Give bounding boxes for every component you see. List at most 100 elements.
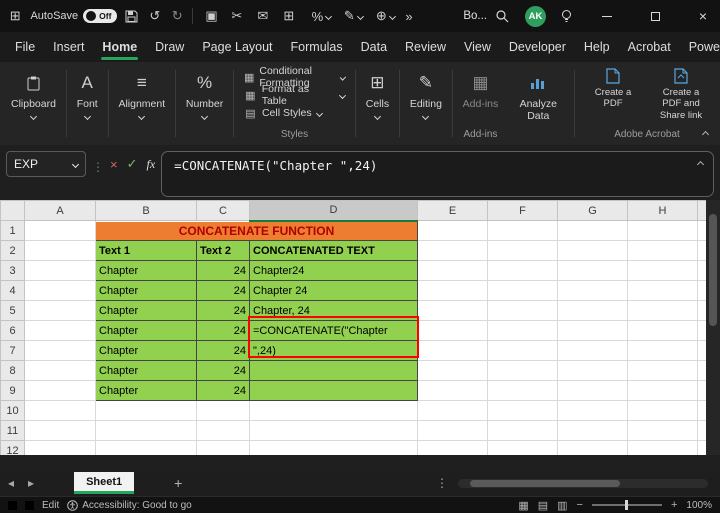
tab-home[interactable]: Home <box>93 34 146 60</box>
cell[interactable] <box>95 440 197 455</box>
cell[interactable] <box>196 440 250 455</box>
cell-24[interactable]: 24 <box>196 340 250 361</box>
table-icon[interactable]: ⊞ <box>283 8 299 24</box>
create-pdf-button[interactable]: Create a PDF <box>584 68 642 121</box>
tab-help[interactable]: Help <box>575 34 619 60</box>
cells-group-button[interactable]: ⊞ Cells <box>359 62 396 145</box>
cell[interactable] <box>24 240 96 261</box>
name-box[interactable]: EXP <box>6 151 86 177</box>
app-launcher-icon[interactable]: ⊞ <box>8 8 22 24</box>
row-header[interactable]: 11 <box>0 420 25 441</box>
cell[interactable] <box>24 340 96 361</box>
cell[interactable] <box>487 360 558 381</box>
cell[interactable] <box>697 420 706 441</box>
cell-result-1[interactable]: Chapter24 <box>249 260 418 281</box>
cell[interactable] <box>417 320 488 341</box>
cell[interactable] <box>417 300 488 321</box>
cut-icon[interactable]: ✂ <box>231 8 247 24</box>
row-header[interactable]: 4 <box>0 280 25 301</box>
cell[interactable] <box>557 280 628 301</box>
cell[interactable] <box>417 380 488 401</box>
cell[interactable] <box>697 440 706 455</box>
cell-empty-green[interactable] <box>249 380 418 401</box>
tab-developer[interactable]: Developer <box>500 34 575 60</box>
column-header-g[interactable]: G <box>557 200 628 221</box>
cell-formula-line1[interactable]: =CONCATENATE("Chapter <box>249 320 418 341</box>
search-icon[interactable] <box>495 9 511 23</box>
cell[interactable] <box>487 400 558 421</box>
cell[interactable] <box>417 420 488 441</box>
row-header[interactable]: 6 <box>0 320 25 341</box>
cell-concat-header[interactable]: CONCATENATED TEXT <box>249 240 418 261</box>
sheet-options-icon[interactable]: ⋮ <box>436 476 448 490</box>
tab-formulas[interactable]: Formulas <box>282 34 352 60</box>
add-ins-group[interactable]: ▦ Add-ins Add-ins <box>456 62 506 145</box>
cell[interactable] <box>557 420 628 441</box>
cell-chapter[interactable]: Chapter <box>95 260 197 281</box>
column-header-d[interactable]: D <box>249 200 418 222</box>
column-header-a[interactable]: A <box>24 200 96 221</box>
cell-24[interactable]: 24 <box>196 320 250 341</box>
tab-acrobat[interactable]: Acrobat <box>619 34 680 60</box>
cell[interactable] <box>557 260 628 281</box>
alignment-group-button[interactable]: ≡ Alignment <box>111 62 172 145</box>
qat-overflow-icon[interactable]: » <box>405 9 421 24</box>
zoom-slider-thumb[interactable] <box>624 500 628 510</box>
sheet-next-icon[interactable]: ▸ <box>28 476 34 490</box>
column-header-b[interactable]: B <box>95 200 197 221</box>
create-pdf-share-button[interactable]: Create a PDF and Share link <box>652 68 710 121</box>
cell[interactable] <box>557 360 628 381</box>
cell[interactable] <box>697 400 706 421</box>
cell-24[interactable]: 24 <box>196 300 250 321</box>
cell-empty-green[interactable] <box>249 360 418 381</box>
cell[interactable] <box>487 320 558 341</box>
cell[interactable] <box>487 420 558 441</box>
zoom-out-icon[interactable]: − <box>577 499 583 511</box>
enter-icon[interactable]: ✓ <box>127 156 138 172</box>
formula-input[interactable]: =CONCATENATE("Chapter ",24) <box>161 151 714 197</box>
cell[interactable] <box>697 220 706 241</box>
cell[interactable] <box>697 240 706 261</box>
column-header-h[interactable]: H <box>627 200 698 221</box>
cell[interactable] <box>196 420 250 441</box>
cell[interactable] <box>417 440 488 455</box>
cell[interactable] <box>627 420 698 441</box>
cell[interactable] <box>24 300 96 321</box>
cell[interactable] <box>627 440 698 455</box>
row-header[interactable]: 8 <box>0 360 25 381</box>
cell[interactable] <box>417 260 488 281</box>
insert-function-icon[interactable]: fx <box>147 157 156 172</box>
maximize-button[interactable] <box>638 0 672 32</box>
cell[interactable] <box>697 380 706 401</box>
editing-group-button[interactable]: ✎ Editing <box>403 62 449 145</box>
zoom-level[interactable]: 100% <box>686 500 712 511</box>
row-header[interactable]: 3 <box>0 260 25 281</box>
horizontal-scrollbar-thumb[interactable] <box>470 479 620 487</box>
cell[interactable] <box>557 220 628 241</box>
column-header-sliver[interactable] <box>697 200 706 221</box>
column-header-e[interactable]: E <box>417 200 488 221</box>
cell[interactable] <box>487 240 558 261</box>
cell[interactable] <box>417 400 488 421</box>
cell[interactable] <box>196 400 250 421</box>
page-break-view-icon[interactable]: ▥ <box>557 499 567 512</box>
clipboard-group-button[interactable]: Clipboard <box>4 62 63 145</box>
cell[interactable] <box>627 380 698 401</box>
close-button[interactable]: × <box>686 0 720 32</box>
tab-insert[interactable]: Insert <box>44 34 93 60</box>
cancel-icon[interactable]: × <box>110 157 118 172</box>
cell-chapter[interactable]: Chapter <box>95 380 197 401</box>
cell-chapter[interactable]: Chapter <box>95 360 197 381</box>
cell[interactable] <box>697 300 706 321</box>
cell[interactable] <box>557 320 628 341</box>
cell[interactable] <box>487 440 558 455</box>
cell-formula-line2[interactable]: ",24) <box>249 340 418 361</box>
sheet-tab-sheet1[interactable]: Sheet1 <box>74 472 135 494</box>
sheet-prev-icon[interactable]: ◂ <box>8 476 14 490</box>
cell[interactable] <box>487 300 558 321</box>
undo-icon[interactable]: ↺ <box>148 8 162 24</box>
cell[interactable] <box>24 400 96 421</box>
cell-result-3[interactable]: Chapter, 24 <box>249 300 418 321</box>
tab-power-pivot[interactable]: Power Pivot <box>680 34 720 60</box>
cell-24[interactable]: 24 <box>196 280 250 301</box>
